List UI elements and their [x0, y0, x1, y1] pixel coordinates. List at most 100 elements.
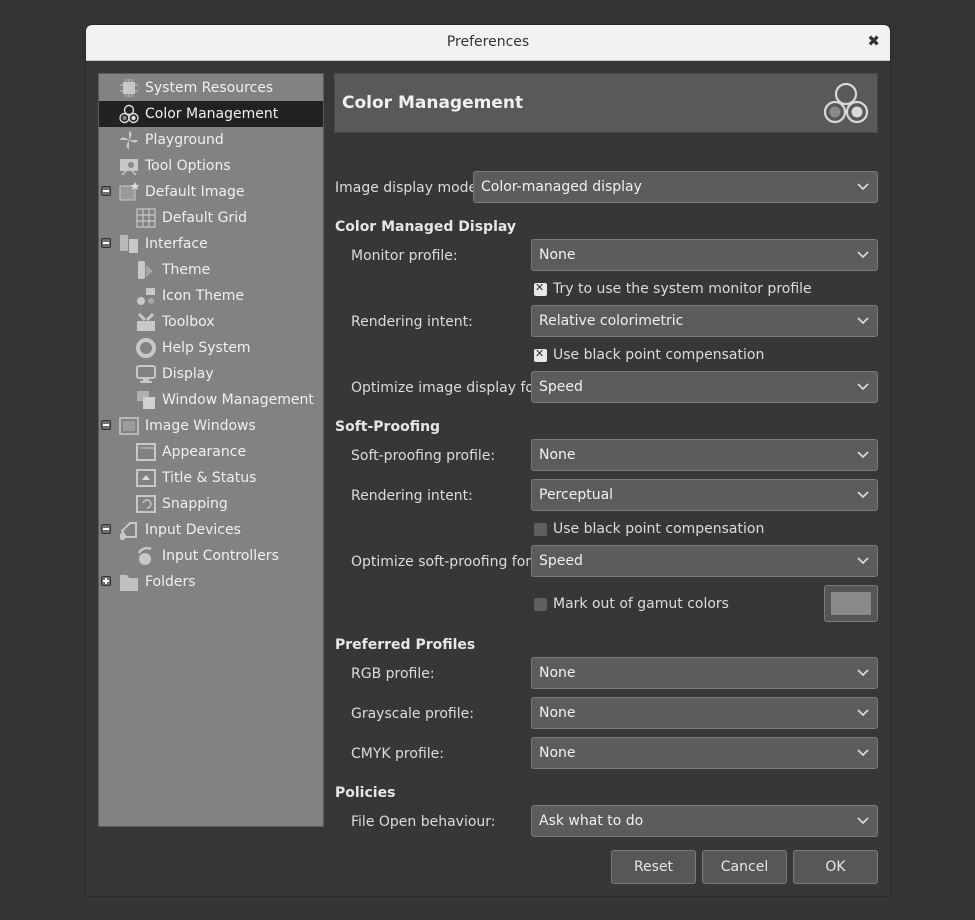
rgb-profile-label: RGB profile:	[351, 666, 435, 682]
combo-value: Ask what to do	[539, 813, 644, 829]
input-controllers-icon	[137, 546, 152, 565]
soft-proof-black-point-checkbox[interactable]: Use black point compensation	[534, 521, 764, 537]
soft-proofing-intent-label: Rendering intent:	[351, 488, 473, 504]
color-circles-icon	[823, 82, 869, 124]
sidebar-item-label: Help System	[162, 340, 251, 356]
rendering-intent-label: Rendering intent:	[351, 314, 473, 330]
sidebar-item-icon-theme[interactable]: Icon Theme	[99, 283, 323, 309]
checkbox-label: Use black point compensation	[553, 521, 765, 537]
optimize-display-label: Optimize image display for:	[351, 380, 545, 396]
mark-out-of-gamut-checkbox[interactable]: Mark out of gamut colors	[534, 596, 729, 612]
system-monitor-profile-checkbox[interactable]: Try to use the system monitor profile	[534, 281, 812, 297]
collapse-icon[interactable]	[101, 186, 111, 196]
combo-value: Relative colorimetric	[539, 313, 684, 329]
cmyk-profile-label: CMYK profile:	[351, 746, 444, 762]
sidebar-item-label: Interface	[145, 236, 208, 252]
sidebar-item-display[interactable]: Display	[99, 361, 323, 387]
sidebar-item-appearance[interactable]: Appearance	[99, 439, 323, 465]
page-header: Color Management	[334, 73, 878, 133]
sidebar-item-label: Icon Theme	[162, 288, 245, 304]
grayscale-profile-combo[interactable]: None	[531, 697, 878, 729]
sidebar-item-label: Window Management	[162, 392, 314, 408]
collapse-icon[interactable]	[101, 524, 111, 534]
sidebar-item-label: Folders	[145, 574, 196, 590]
toolbox-icon	[137, 312, 155, 331]
soft-proofing-heading: Soft-Proofing	[335, 419, 441, 435]
collapse-icon[interactable]	[101, 238, 111, 248]
chevron-down-icon	[857, 491, 869, 499]
soft-proofing-intent-combo[interactable]: Perceptual	[531, 479, 878, 511]
cmyk-profile-combo[interactable]: None	[531, 737, 878, 769]
sidebar-item-snapping[interactable]: Snapping	[99, 491, 323, 517]
file-open-behaviour-label: File Open behaviour:	[351, 814, 496, 830]
sidebar-item-tool-options[interactable]: Tool Options	[99, 153, 323, 179]
input-devices-icon	[120, 522, 137, 540]
checkbox-checked[interactable]	[534, 347, 547, 362]
optimize-soft-proofing-combo[interactable]: Speed	[531, 545, 878, 577]
optimize-display-combo[interactable]: Speed	[531, 371, 878, 403]
sidebar-item-image-windows[interactable]: Image Windows	[99, 413, 323, 439]
monitor-profile-combo[interactable]: None	[531, 239, 878, 271]
sidebar-item-system-resources[interactable]: System Resources	[99, 75, 323, 101]
combo-value: Perceptual	[539, 487, 614, 503]
chevron-down-icon	[857, 451, 869, 459]
sidebar-item-color-management[interactable]: Color Management	[99, 101, 323, 127]
combo-value: None	[539, 665, 576, 681]
expand-icon[interactable]	[101, 576, 111, 586]
preferences-dialog: Preferences ✖ System Resources Color Mana…	[86, 25, 890, 896]
cancel-button[interactable]: Cancel	[702, 850, 787, 884]
folder-icon	[120, 575, 138, 591]
sidebar-item-default-image[interactable]: Default Image	[99, 179, 323, 205]
checkbox-checked[interactable]	[534, 281, 547, 296]
sidebar-item-interface[interactable]: Interface	[99, 231, 323, 257]
gamut-color-button[interactable]	[824, 585, 878, 622]
sidebar-item-label: System Resources	[145, 80, 274, 96]
soft-proofing-profile-combo[interactable]: None	[531, 439, 878, 471]
grayscale-profile-label: Grayscale profile:	[351, 706, 474, 722]
combo-value: Speed	[539, 553, 583, 569]
collapse-icon[interactable]	[101, 420, 111, 430]
sidebar-item-playground[interactable]: Playground	[99, 127, 323, 153]
sidebar-item-input-controllers[interactable]: Input Controllers	[99, 543, 323, 569]
image-display-mode-combo[interactable]: Color-managed display	[473, 171, 878, 203]
optimize-soft-proofing-label: Optimize soft-proofing for:	[351, 554, 536, 570]
chevron-down-icon	[857, 383, 869, 391]
chevron-down-icon	[857, 557, 869, 565]
sidebar-item-help-system[interactable]: Help System	[99, 335, 323, 361]
black-point-compensation-checkbox[interactable]: Use black point compensation	[534, 347, 764, 363]
sidebar-item-window-management[interactable]: Window Management	[99, 387, 323, 413]
sidebar-item-toolbox[interactable]: Toolbox	[99, 309, 323, 335]
combo-value: None	[539, 705, 576, 721]
sidebar-item-default-grid[interactable]: Default Grid	[99, 205, 323, 231]
checkbox-label: Mark out of gamut colors	[553, 596, 729, 612]
ok-button[interactable]: OK	[793, 850, 878, 884]
color-circles-icon	[119, 104, 139, 124]
sidebar-item-label: Snapping	[162, 496, 228, 512]
reset-button[interactable]: Reset	[611, 850, 696, 884]
sidebar-item-theme[interactable]: Theme	[99, 257, 323, 283]
file-open-behaviour-combo[interactable]: Ask what to do	[531, 805, 878, 837]
sidebar-item-label: Input Devices	[145, 522, 241, 538]
appearance-icon	[136, 443, 156, 461]
preferred-profiles-heading: Preferred Profiles	[335, 637, 476, 653]
sidebar-item-label: Color Management	[145, 106, 279, 122]
sidebar-item-label: Default Grid	[162, 210, 247, 226]
rgb-profile-combo[interactable]: None	[531, 657, 878, 689]
sidebar-item-label: Playground	[145, 132, 224, 148]
sidebar-item-input-devices[interactable]: Input Devices	[99, 517, 323, 543]
checkbox-unchecked[interactable]	[534, 597, 547, 611]
color-managed-display-heading: Color Managed Display	[335, 219, 517, 235]
sidebar-item-title-status[interactable]: Title & Status	[99, 465, 323, 491]
page-title: Color Management	[342, 93, 524, 113]
sidebar-item-folders[interactable]: Folders	[99, 569, 323, 595]
interface-icon	[120, 235, 138, 253]
rendering-intent-combo[interactable]: Relative colorimetric	[531, 305, 878, 337]
policies-heading: Policies	[335, 785, 396, 801]
chevron-down-icon	[857, 669, 869, 677]
preferences-tree: System Resources Color Management Playgrou…	[98, 73, 324, 827]
monitor-icon	[136, 365, 156, 383]
chevron-down-icon	[857, 183, 869, 191]
checkbox-unchecked[interactable]	[534, 522, 547, 536]
windows-icon	[137, 391, 155, 409]
close-icon[interactable]: ✖	[867, 32, 880, 50]
